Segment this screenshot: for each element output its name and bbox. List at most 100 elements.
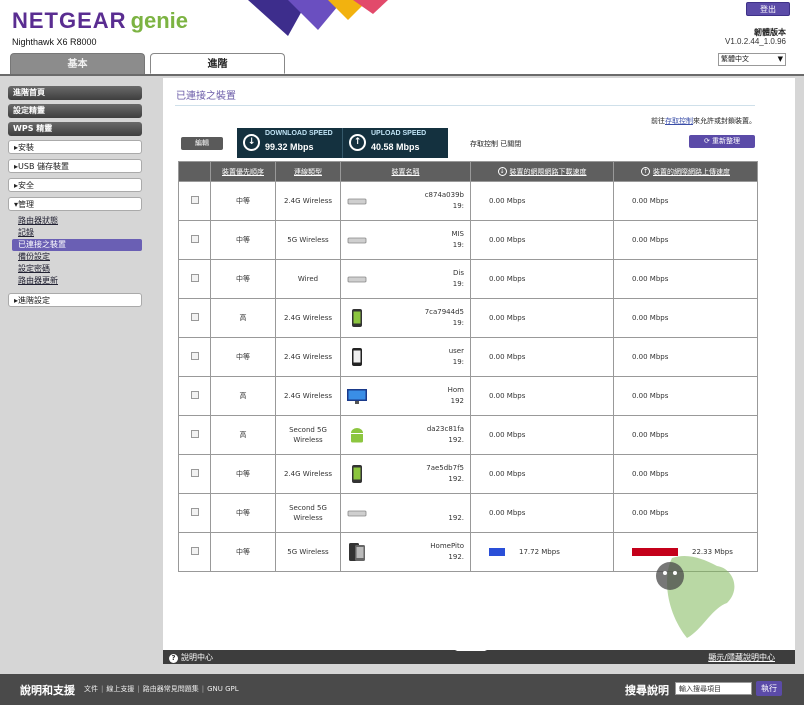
language-value: 繁體中文: [721, 55, 749, 63]
table-row[interactable]: 高 Second 5G Wireless da23c81fa 192. 0.00 Mbp…: [178, 415, 758, 455]
sidebar-item-usb-storage[interactable]: ▸USB 儲存裝置: [8, 159, 142, 173]
table-row[interactable]: 中等 2.4G Wireless 7ae5db7f5 192. 0.00 Mbps 0.0…: [178, 454, 758, 494]
upload-rate: 0.00 Mbps: [632, 470, 669, 478]
device-name: HomePito: [430, 542, 464, 550]
header-device-name[interactable]: 裝置名稱: [340, 161, 471, 182]
expand-up-icon[interactable]: [455, 644, 487, 651]
sidebar-item-wps-wizard[interactable]: WPS 精靈: [8, 122, 142, 136]
sidebar-item-set-password[interactable]: 設定密碼: [12, 263, 142, 275]
sidebar-item-attached-devices[interactable]: 已連接之裝置: [12, 239, 142, 251]
connection-cell: 2.4G Wireless: [275, 298, 341, 338]
watermark-graphic: [656, 555, 735, 638]
row-checkbox[interactable]: [190, 196, 199, 204]
device-name-cell: 7ca7944d5 19:: [340, 298, 471, 338]
row-checkbox[interactable]: [190, 508, 199, 516]
header-upload-label: 裝置的網際網路上傳速度: [653, 167, 730, 176]
row-checkbox[interactable]: [190, 235, 199, 243]
download-rate-cell: 0.00 Mbps: [470, 415, 614, 455]
device-name: Dis: [453, 269, 464, 277]
sidebar-item-advanced-home[interactable]: 進階首頁: [8, 86, 142, 100]
row-checkbox[interactable]: [190, 391, 199, 399]
row-checkbox[interactable]: [190, 352, 199, 360]
download-rate: 0.00 Mbps: [489, 392, 526, 400]
refresh-button[interactable]: ⟳ 重新整理: [689, 135, 755, 148]
access-control-note: 前往存取控制來允許或封鎖裝置。: [651, 116, 756, 126]
language-select[interactable]: 繁體中文 ▼: [718, 53, 786, 66]
link-documentation[interactable]: 文件: [84, 685, 98, 693]
upload-speed: ↑ UPLOAD SPEED 40.58 Mbps: [342, 128, 447, 158]
sidebar-item-admin[interactable]: ▾管理: [8, 197, 142, 211]
row-checkbox[interactable]: [190, 274, 199, 282]
connection-cell: Second 5G Wireless: [275, 493, 341, 533]
sidebar-item-setup-wizard[interactable]: 設定精靈: [8, 104, 142, 118]
download-rate-cell: 0.00 Mbps: [470, 259, 614, 299]
row-checkbox[interactable]: [190, 313, 199, 321]
sidebar-item-backup-settings[interactable]: 備份設定: [12, 251, 142, 263]
search-button[interactable]: 執行: [756, 681, 782, 696]
priority-cell: 中等: [210, 532, 276, 572]
header-download-label: 裝置的網際網路下載速度: [509, 167, 587, 176]
firmware-version: V1.0.2.44_1.0.96: [725, 37, 786, 46]
download-arrow-icon: ↓: [243, 134, 260, 151]
access-control-link[interactable]: 存取控制: [665, 117, 693, 125]
link-gnu-gpl[interactable]: GNU GPL: [207, 685, 239, 693]
row-checkbox[interactable]: [190, 469, 199, 477]
netgear-logo: NETGEAR genie: [12, 8, 188, 34]
tablet-icon: [349, 543, 365, 561]
header-connection[interactable]: 連線類型: [275, 161, 341, 182]
android-icon: [351, 428, 363, 443]
download-rate-cell: 0.00 Mbps: [470, 376, 614, 416]
download-rate: 17.72 Mbps: [519, 548, 560, 556]
header-upload[interactable]: ↑ 裝置的網際網路上傳速度: [613, 161, 758, 182]
search-input[interactable]: [675, 682, 752, 695]
upload-arrow-icon: ↑: [641, 167, 650, 176]
sidebar-item-setup[interactable]: ▸安裝: [8, 140, 142, 154]
connection-cell: 2.4G Wireless: [275, 337, 341, 377]
chevron-down-icon: ▼: [777, 55, 783, 63]
row-checkbox[interactable]: [190, 547, 199, 555]
header-decoration-graphic: [248, 0, 388, 36]
sidebar-item-advanced-setup[interactable]: ▸進階設定: [8, 293, 142, 307]
tab-advanced[interactable]: 進階: [150, 53, 285, 74]
download-rate: 0.00 Mbps: [489, 353, 526, 361]
devices-table: 裝置優先順序 連線類型 裝置名稱 ↓ 裝置的網際網路下載速度 ↑ 裝置的網際網路上傳…: [178, 161, 758, 572]
header-priority[interactable]: 裝置優先順序: [210, 161, 276, 182]
device-name: da23c81fa: [426, 425, 464, 433]
table-row[interactable]: 高 2.4G Wireless Hom 192 0.00 Mbps 0.00 Mbps: [178, 376, 758, 416]
table-row[interactable]: 中等 Wired Dis 19: 0.00 Mbps 0.00 Mbps: [178, 259, 758, 299]
download-rate-cell: 0.00 Mbps: [470, 181, 614, 221]
upload-rate-cell: 0.00 Mbps: [613, 220, 758, 260]
table-row[interactable]: 中等 5G Wireless MIS 19: 0.00 Mbps 0.00 Mbps: [178, 220, 758, 260]
table-row[interactable]: 中等 2.4G Wireless c874a039b 19: 0.00 Mbps 0.00…: [178, 181, 758, 221]
sidebar-item-router-status[interactable]: 路由器狀態: [12, 215, 142, 227]
title-divider: [175, 105, 755, 106]
logout-button[interactable]: 登出: [746, 2, 790, 16]
monitor-icon: [347, 389, 367, 404]
sidebar-item-router-update[interactable]: 路由器更新: [12, 275, 142, 287]
link-online-support[interactable]: 線上支援: [106, 685, 134, 693]
download-rate: 0.00 Mbps: [489, 197, 526, 205]
device-ip: 19:: [452, 358, 464, 366]
priority-cell: 中等: [210, 181, 276, 221]
tab-basic[interactable]: 基本: [10, 53, 145, 74]
device-ip: 19:: [452, 241, 464, 249]
refresh-icon: ⟳: [703, 137, 713, 145]
priority-cell: 中等: [210, 493, 276, 533]
search-title: 搜尋說明: [625, 684, 669, 697]
sidebar-item-security[interactable]: ▸安全: [8, 178, 142, 192]
edit-button[interactable]: 編輯: [181, 137, 223, 150]
row-checkbox[interactable]: [190, 430, 199, 438]
device-name: MIS: [451, 230, 464, 238]
sidebar-item-logs[interactable]: 記錄: [12, 227, 142, 239]
table-row[interactable]: 中等 2.4G Wireless user 19: 0.00 Mbps 0.00 Mbps: [178, 337, 758, 377]
link-router-faq[interactable]: 路由器常見問題集: [143, 685, 199, 693]
device-ip: 192.: [448, 475, 464, 483]
table-row[interactable]: 高 2.4G Wireless 7ca7944d5 19: 0.00 Mbps 0.00 …: [178, 298, 758, 338]
toggle-help-link[interactable]: 顯示/隱藏說明中心: [708, 652, 775, 663]
upload-rate: 0.00 Mbps: [632, 431, 669, 439]
row-select-cell: [178, 376, 211, 416]
help-center[interactable]: ? 說明中心: [169, 652, 213, 663]
device-name-cell: MIS 19:: [340, 220, 471, 260]
header-download[interactable]: ↓ 裝置的網際網路下載速度: [470, 161, 614, 182]
download-rate: 0.00 Mbps: [489, 509, 526, 517]
